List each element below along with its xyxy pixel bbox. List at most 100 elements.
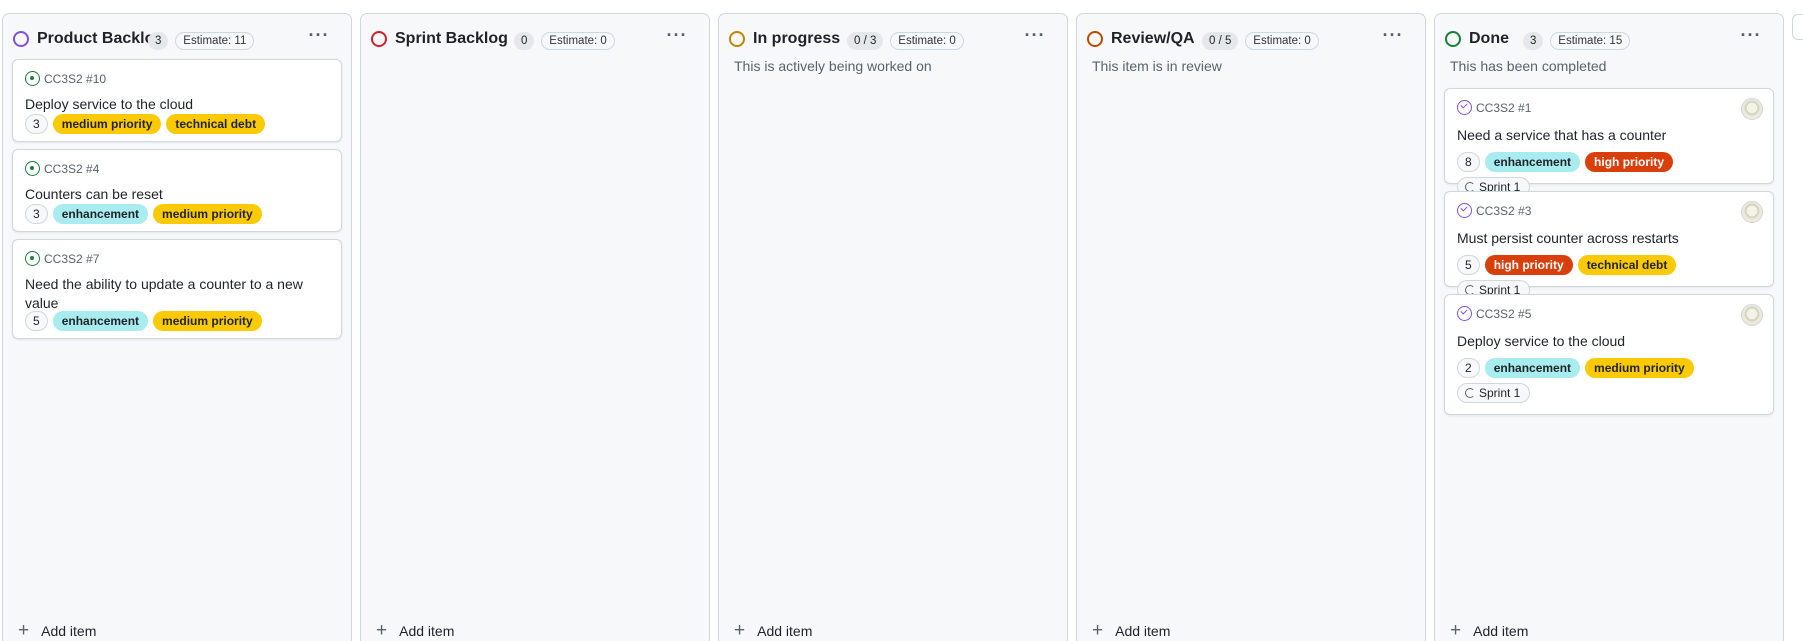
column-description: This item is in review [1092,58,1222,74]
add-item-button[interactable]: + Add item [1092,617,1170,641]
status-circle-icon [371,31,387,47]
issue-card[interactable]: CC3S2 #10 Deploy service to the cloud 3 … [12,59,342,142]
add-item-label: Add item [41,623,97,639]
column-meta: 3 Estimate: 11 [148,31,257,50]
sprint-iteration-badge[interactable]: Sprint 1 [1457,383,1531,403]
plus-icon: + [1450,620,1462,641]
issue-ref[interactable]: CC3S2 #7 [25,251,99,266]
assignee-avatar[interactable] [1741,201,1763,223]
issue-ref-text: CC3S2 #3 [1476,203,1532,218]
add-column-handle[interactable] [1792,14,1803,40]
issue-card[interactable]: CC3S2 #1 Need a service that has a count… [1444,88,1774,197]
add-item-button[interactable]: + Add item [1450,617,1528,641]
issue-title[interactable]: Need a service that has a counter [1457,126,1759,145]
label-enhancement[interactable]: enhancement [52,311,149,331]
column-title: Done [1469,30,1509,47]
estimate-value: 3 [25,204,48,224]
label-medium-priority[interactable]: medium priority [153,311,262,331]
column-more-options-icon[interactable]: ··· [1737,26,1765,50]
item-count-badge: 0 / 3 [847,32,884,50]
add-item-button[interactable]: + Add item [376,617,454,641]
column-more-options-icon[interactable]: ··· [1021,26,1049,50]
estimate-badge: Estimate: 15 [1550,32,1631,50]
add-item-button[interactable]: + Add item [18,617,96,641]
label-high-priority[interactable]: high priority [1484,255,1573,275]
closed-issue-icon [1457,100,1472,115]
issue-labels: 2 enhancement medium priority Sprint 1 [1457,358,1733,403]
label-medium-priority[interactable]: medium priority [52,114,162,134]
project-board: Product Backlog 3 Estimate: 11 ··· CC3S2… [0,0,1803,641]
column-meta: 0 / 3 Estimate: 0 [847,31,967,50]
estimate-value: 5 [1457,255,1480,275]
issue-ref[interactable]: CC3S2 #3 [1457,203,1531,218]
estimate-value: 2 [1457,358,1480,378]
issue-ref[interactable]: CC3S2 #5 [1457,306,1531,321]
issue-title[interactable]: Need the ability to update a counter to … [25,275,327,313]
column-title: In progress [753,30,841,47]
issue-title[interactable]: Must persist counter across restarts [1457,229,1759,248]
issue-ref[interactable]: CC3S2 #10 [25,71,106,86]
issue-title[interactable]: Deploy service to the cloud [1457,332,1759,351]
issue-labels: 3 medium priority technical debt [25,114,301,134]
label-medium-priority[interactable]: medium priority [1585,358,1694,378]
assignee-avatar[interactable] [1741,98,1763,120]
open-issue-icon [25,71,40,86]
item-count-badge: 3 [148,32,169,50]
estimate-badge: Estimate: 0 [890,32,964,50]
issue-card[interactable]: CC3S2 #3 Must persist counter across res… [1444,191,1774,300]
label-high-priority[interactable]: high priority [1585,152,1674,172]
column-title: Product Backlog [37,30,165,47]
closed-issue-icon [1457,203,1472,218]
column-header: Sprint Backlog 0 Estimate: 0 ··· [361,14,709,64]
iteration-icon [1465,388,1475,398]
column-more-options-icon[interactable]: ··· [1379,26,1407,50]
item-count-badge: 3 [1523,32,1544,50]
issue-title[interactable]: Deploy service to the cloud [25,95,327,114]
plus-icon: + [734,620,746,641]
add-item-button[interactable]: + Add item [734,617,812,641]
issue-card[interactable]: CC3S2 #4 Counters can be reset 3 enhance… [12,149,342,232]
column-meta: 3 Estimate: 15 [1523,31,1633,50]
plus-icon: + [18,620,30,641]
column-header: Review/QA 0 / 5 Estimate: 0 ··· [1077,14,1425,64]
issue-labels: 3 enhancement medium priority [25,204,301,224]
issue-ref-text: CC3S2 #7 [44,251,100,266]
item-count-badge: 0 [514,32,535,50]
label-technical-debt[interactable]: technical debt [166,114,266,134]
issue-ref-text: CC3S2 #4 [44,161,100,176]
column-header: Done 3 Estimate: 15 ··· [1435,14,1783,64]
issue-labels: 5 enhancement medium priority [25,311,301,331]
status-circle-icon [13,31,29,47]
issue-card[interactable]: CC3S2 #7 Need the ability to update a co… [12,239,342,339]
status-circle-icon [1445,31,1461,47]
column-more-options-icon[interactable]: ··· [305,26,333,50]
label-enhancement[interactable]: enhancement [52,204,149,224]
column-description: This is actively being worked on [734,58,932,74]
issue-ref-text: CC3S2 #1 [1476,100,1532,115]
column-header: Product Backlog 3 Estimate: 11 ··· [3,14,351,64]
issue-card[interactable]: CC3S2 #5 Deploy service to the cloud 2 e… [1444,294,1774,415]
issue-ref[interactable]: CC3S2 #4 [25,161,99,176]
issue-ref-text: CC3S2 #5 [1476,306,1532,321]
label-enhancement[interactable]: enhancement [1484,358,1581,378]
column-title: Review/QA [1111,30,1195,47]
column-product-backlog: Product Backlog 3 Estimate: 11 ··· CC3S2… [2,13,352,641]
closed-issue-icon [1457,306,1472,321]
estimate-value: 8 [1457,152,1480,172]
sprint-label: Sprint 1 [1479,386,1521,400]
column-more-options-icon[interactable]: ··· [663,26,691,50]
label-technical-debt[interactable]: technical debt [1577,255,1677,275]
add-item-label: Add item [1473,623,1529,639]
plus-icon: + [1092,620,1104,641]
estimate-value: 5 [25,311,48,331]
estimate-badge: Estimate: 0 [1245,32,1319,50]
estimate-badge: Estimate: 11 [175,32,255,50]
open-issue-icon [25,251,40,266]
label-medium-priority[interactable]: medium priority [153,204,262,224]
assignee-avatar[interactable] [1741,304,1763,326]
column-header: In progress 0 / 3 Estimate: 0 ··· [719,14,1067,64]
label-enhancement[interactable]: enhancement [1484,152,1581,172]
issue-title[interactable]: Counters can be reset [25,185,327,204]
column-meta: 0 Estimate: 0 [514,31,618,50]
issue-ref[interactable]: CC3S2 #1 [1457,100,1531,115]
